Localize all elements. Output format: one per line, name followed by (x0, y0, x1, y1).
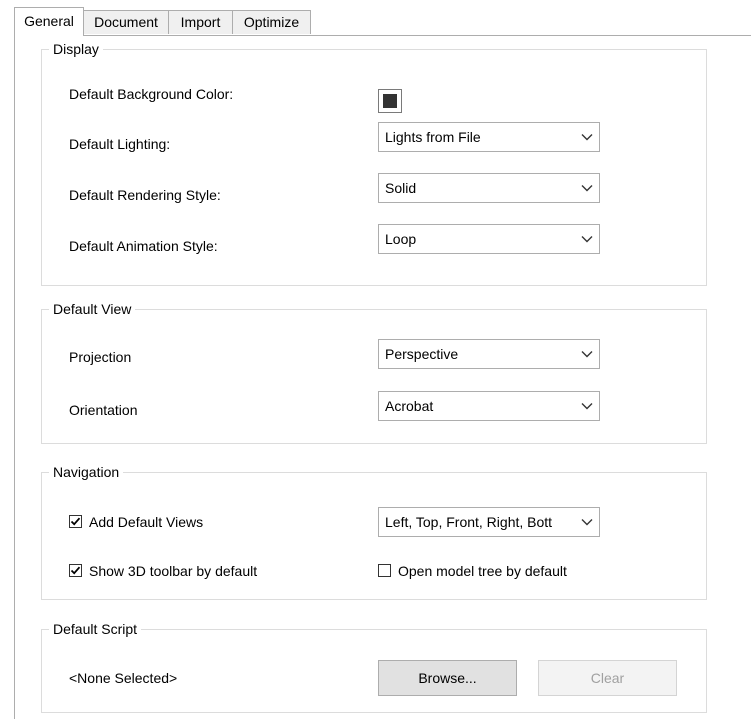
orientation-select[interactable]: Acrobat (378, 391, 600, 421)
rendering-style-select[interactable]: Solid (378, 173, 600, 203)
lighting-value: Lights from File (385, 129, 481, 145)
tab-document[interactable]: Document (83, 10, 169, 34)
chevron-down-icon (581, 134, 593, 141)
browse-button[interactable]: Browse... (378, 660, 517, 696)
add-default-views-label[interactable]: Add Default Views (89, 513, 203, 531)
default-script-group-title: Default Script (49, 620, 142, 638)
navigation-group-title: Navigation (49, 463, 124, 481)
background-color-swatch (383, 94, 397, 108)
tab-divider (14, 35, 751, 36)
background-color-picker[interactable] (378, 89, 402, 113)
projection-select[interactable]: Perspective (378, 339, 600, 369)
orientation-value: Acrobat (385, 398, 434, 414)
default-script-group: Default Script <None Selected> Browse...… (41, 620, 707, 713)
clear-button[interactable]: Clear (538, 660, 677, 696)
default-views-value: Left, Top, Front, Right, Bott (385, 514, 553, 530)
lighting-label: Default Lighting: (69, 136, 171, 152)
animation-style-value: Loop (385, 231, 417, 247)
tab-import[interactable]: Import (168, 10, 233, 34)
add-default-views-checkbox[interactable] (69, 515, 82, 528)
lighting-select[interactable]: Lights from File (378, 122, 600, 152)
open-model-tree-label[interactable]: Open model tree by default (398, 562, 567, 580)
background-color-label: Default Background Color: (69, 86, 234, 102)
animation-style-select[interactable]: Loop (378, 224, 600, 254)
chevron-down-icon (581, 351, 593, 358)
rendering-style-value: Solid (385, 180, 417, 196)
orientation-label: Orientation (69, 402, 138, 418)
page-border (14, 35, 15, 719)
checkmark-icon (70, 566, 81, 575)
navigation-group: Navigation Add Default Views Left, Top, … (41, 463, 707, 600)
display-group: Display Default Background Color: Defaul… (41, 40, 707, 286)
tab-optimize[interactable]: Optimize (232, 10, 311, 34)
default-view-group-title: Default View (49, 300, 136, 318)
animation-style-label: Default Animation Style: (69, 238, 218, 254)
show-3d-toolbar-label[interactable]: Show 3D toolbar by default (89, 562, 257, 580)
default-script-value: <None Selected> (69, 670, 178, 686)
default-views-select[interactable]: Left, Top, Front, Right, Bott (378, 507, 600, 537)
projection-label: Projection (69, 349, 132, 365)
chevron-down-icon (581, 403, 593, 410)
display-group-title: Display (49, 40, 103, 58)
tab-general[interactable]: General (14, 7, 84, 36)
default-view-group: Default View Projection Perspective Orie… (41, 300, 707, 444)
show-3d-toolbar-checkbox[interactable] (69, 564, 82, 577)
checkmark-icon (70, 517, 81, 526)
open-model-tree-checkbox[interactable] (378, 564, 391, 577)
rendering-style-label: Default Rendering Style: (69, 187, 221, 203)
chevron-down-icon (581, 519, 593, 526)
chevron-down-icon (581, 236, 593, 243)
projection-value: Perspective (385, 346, 459, 362)
chevron-down-icon (581, 185, 593, 192)
